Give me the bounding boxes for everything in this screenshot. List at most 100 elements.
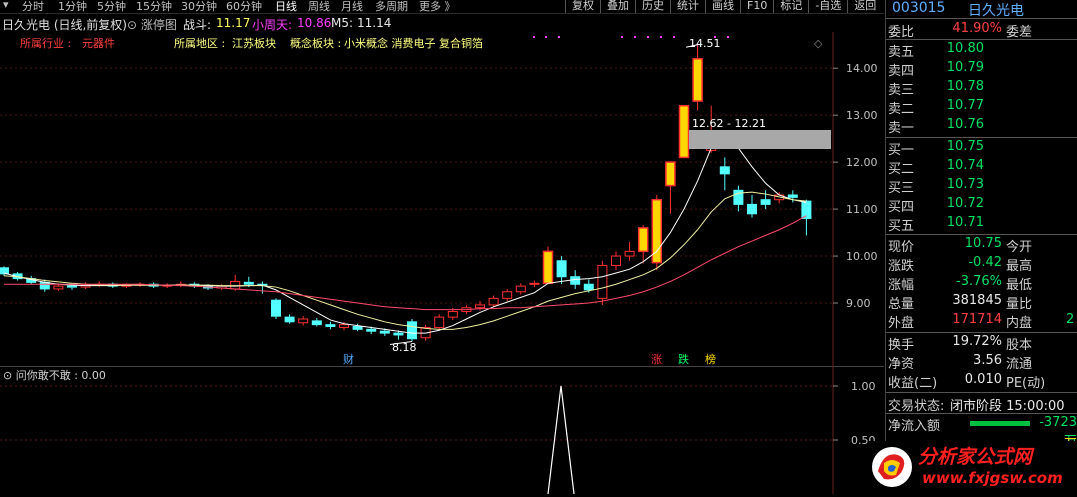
candle-body[interactable] bbox=[502, 291, 513, 299]
candle-body[interactable] bbox=[475, 304, 485, 309]
candle-body[interactable] bbox=[692, 58, 703, 102]
y-tick-label: 13.00 bbox=[846, 109, 878, 122]
signal-dot bbox=[533, 36, 535, 38]
tab-30min[interactable]: 30分钟 bbox=[181, 0, 217, 14]
candle-body[interactable] bbox=[515, 285, 526, 293]
industry-label: 所属行业 : bbox=[20, 37, 71, 50]
candle-body[interactable] bbox=[665, 161, 676, 187]
stat-row: 现价 10.75 今开 bbox=[886, 235, 1077, 255]
candle-body[interactable] bbox=[597, 264, 608, 299]
candle-body[interactable] bbox=[719, 166, 730, 175]
trade-status-value: 闭市阶段 15:00:00 bbox=[950, 399, 1065, 414]
history-button[interactable]: 历史 bbox=[635, 0, 670, 13]
candle-body[interactable] bbox=[379, 330, 390, 334]
candle-body[interactable] bbox=[760, 199, 771, 205]
draw-line-button[interactable]: 画线 bbox=[705, 0, 740, 13]
fuquan-button[interactable]: 复权 bbox=[565, 0, 600, 13]
marker-die[interactable]: 跌 bbox=[678, 352, 689, 366]
chevron-down-icon[interactable]: ▾ bbox=[3, 0, 9, 11]
candle-body[interactable] bbox=[556, 260, 567, 278]
bid-row[interactable]: 买三 10.73 bbox=[886, 176, 1077, 196]
y-tick-label: 10.00 bbox=[846, 250, 878, 263]
stat-value: 10.75 bbox=[964, 236, 1002, 251]
overlay-button[interactable]: 叠加 bbox=[600, 0, 635, 13]
candle-body[interactable] bbox=[39, 281, 50, 290]
stat-value: 0.010 bbox=[964, 372, 1002, 387]
m5-label: M5: bbox=[331, 16, 354, 30]
site-logo: 分析家公式网 www.fxjgsw.com bbox=[868, 441, 1077, 494]
ask-row[interactable]: 卖一 10.76 bbox=[886, 116, 1077, 136]
candle-body[interactable] bbox=[542, 250, 554, 285]
candle-body[interactable] bbox=[787, 194, 798, 198]
candle-body[interactable] bbox=[447, 310, 458, 318]
ma5-line bbox=[3, 135, 807, 334]
marker-bang[interactable]: 榜 bbox=[705, 352, 716, 366]
low-price-label: 8.18 bbox=[392, 341, 417, 354]
candlestick-chart[interactable]: 14.00 13.00 12.00 11.00 10.00 9.00 所属行业 : 元器件… bbox=[0, 32, 884, 366]
candle-body[interactable] bbox=[284, 316, 295, 323]
sub-indicator-chart[interactable]: ⊙ 问你敢不敢 : 0.00 1.00 0.50 bbox=[0, 366, 884, 494]
stat-value: -3.76% bbox=[956, 274, 1002, 289]
tab-multi[interactable]: 多周期 bbox=[375, 0, 408, 14]
candle-body[interactable] bbox=[311, 320, 322, 326]
candle-body[interactable] bbox=[678, 105, 690, 159]
candle-body[interactable] bbox=[298, 318, 309, 324]
candle-body[interactable] bbox=[325, 324, 336, 328]
industry-value: 元器件 bbox=[82, 37, 115, 50]
candle-body[interactable] bbox=[393, 332, 404, 336]
bid-row[interactable]: 买五 10.71 bbox=[886, 214, 1077, 234]
candle-body[interactable] bbox=[352, 326, 363, 330]
candle-body[interactable] bbox=[583, 283, 594, 291]
tab-15min[interactable]: 15分钟 bbox=[136, 0, 172, 14]
tab-5min[interactable]: 5分钟 bbox=[97, 0, 126, 14]
candle-body[interactable] bbox=[53, 285, 64, 290]
tab-fenshi[interactable]: 分时 bbox=[22, 0, 44, 14]
indicator-selector[interactable]: ⊙ 涨停图 bbox=[127, 16, 177, 33]
remove-watchlist-button[interactable]: -自选 bbox=[808, 0, 847, 13]
marker-cai[interactable]: 财 bbox=[343, 352, 354, 366]
tab-weekly[interactable]: 周线 bbox=[308, 0, 330, 14]
candle-body[interactable] bbox=[488, 297, 499, 306]
marker-zhang[interactable]: 涨 bbox=[651, 353, 662, 366]
tab-monthly[interactable]: 月线 bbox=[341, 0, 363, 14]
bid-row[interactable]: 买二 10.74 bbox=[886, 157, 1077, 177]
ask-row[interactable]: 卖三 10.78 bbox=[886, 78, 1077, 98]
ma10-line bbox=[3, 191, 807, 330]
zhan-value: 11.17 bbox=[216, 16, 251, 30]
ask-row[interactable]: 卖二 10.77 bbox=[886, 97, 1077, 117]
candle-body[interactable] bbox=[624, 250, 635, 257]
bid-row[interactable]: 买四 10.72 bbox=[886, 195, 1077, 215]
candle-body[interactable] bbox=[637, 227, 649, 253]
y-tick-label: 14.00 bbox=[846, 62, 878, 75]
tab-more[interactable]: 更多 》 bbox=[419, 0, 456, 14]
tab-60min[interactable]: 60分钟 bbox=[226, 0, 262, 14]
stat-row: 收益(二) 0.010 PE(动) bbox=[886, 371, 1077, 391]
stat-row: 外盘 171714 内盘 2 bbox=[886, 311, 1077, 331]
back-button[interactable]: 返回 bbox=[847, 0, 882, 13]
stock-name: 日久光电 bbox=[968, 3, 1024, 19]
tab-1min[interactable]: 1分钟 bbox=[58, 0, 87, 14]
tab-daily[interactable]: 日线 bbox=[275, 0, 297, 14]
stock-title: 日久光电 (日线,前复权) bbox=[2, 18, 127, 32]
sub-tick-1: 1.00 bbox=[851, 380, 876, 393]
ask-row[interactable]: 卖五 10.80 bbox=[886, 40, 1077, 60]
candle-body[interactable] bbox=[747, 203, 757, 215]
f10-button[interactable]: F10 bbox=[740, 0, 773, 13]
stat-row: 换手 19.72% 股本 bbox=[886, 333, 1077, 353]
chevron-down-icon: ⊙ bbox=[127, 18, 138, 32]
candle-body[interactable] bbox=[366, 328, 377, 332]
candle-body[interactable] bbox=[339, 324, 349, 328]
diamond-icon[interactable]: ◇ bbox=[814, 37, 823, 50]
candle-body[interactable] bbox=[271, 299, 281, 317]
signal-dot bbox=[647, 36, 649, 38]
candle-body[interactable] bbox=[243, 281, 254, 285]
candle-body[interactable] bbox=[611, 255, 621, 266]
candle-body[interactable] bbox=[434, 316, 445, 328]
ask-row[interactable]: 卖四 10.79 bbox=[886, 59, 1077, 79]
mark-button[interactable]: 标记 bbox=[773, 0, 808, 13]
stats-button[interactable]: 统计 bbox=[670, 0, 705, 13]
candle-body[interactable] bbox=[67, 285, 77, 288]
bid-row[interactable]: 买一 10.75 bbox=[886, 138, 1077, 158]
candle-body[interactable] bbox=[407, 321, 417, 340]
candle-body[interactable] bbox=[529, 282, 540, 285]
